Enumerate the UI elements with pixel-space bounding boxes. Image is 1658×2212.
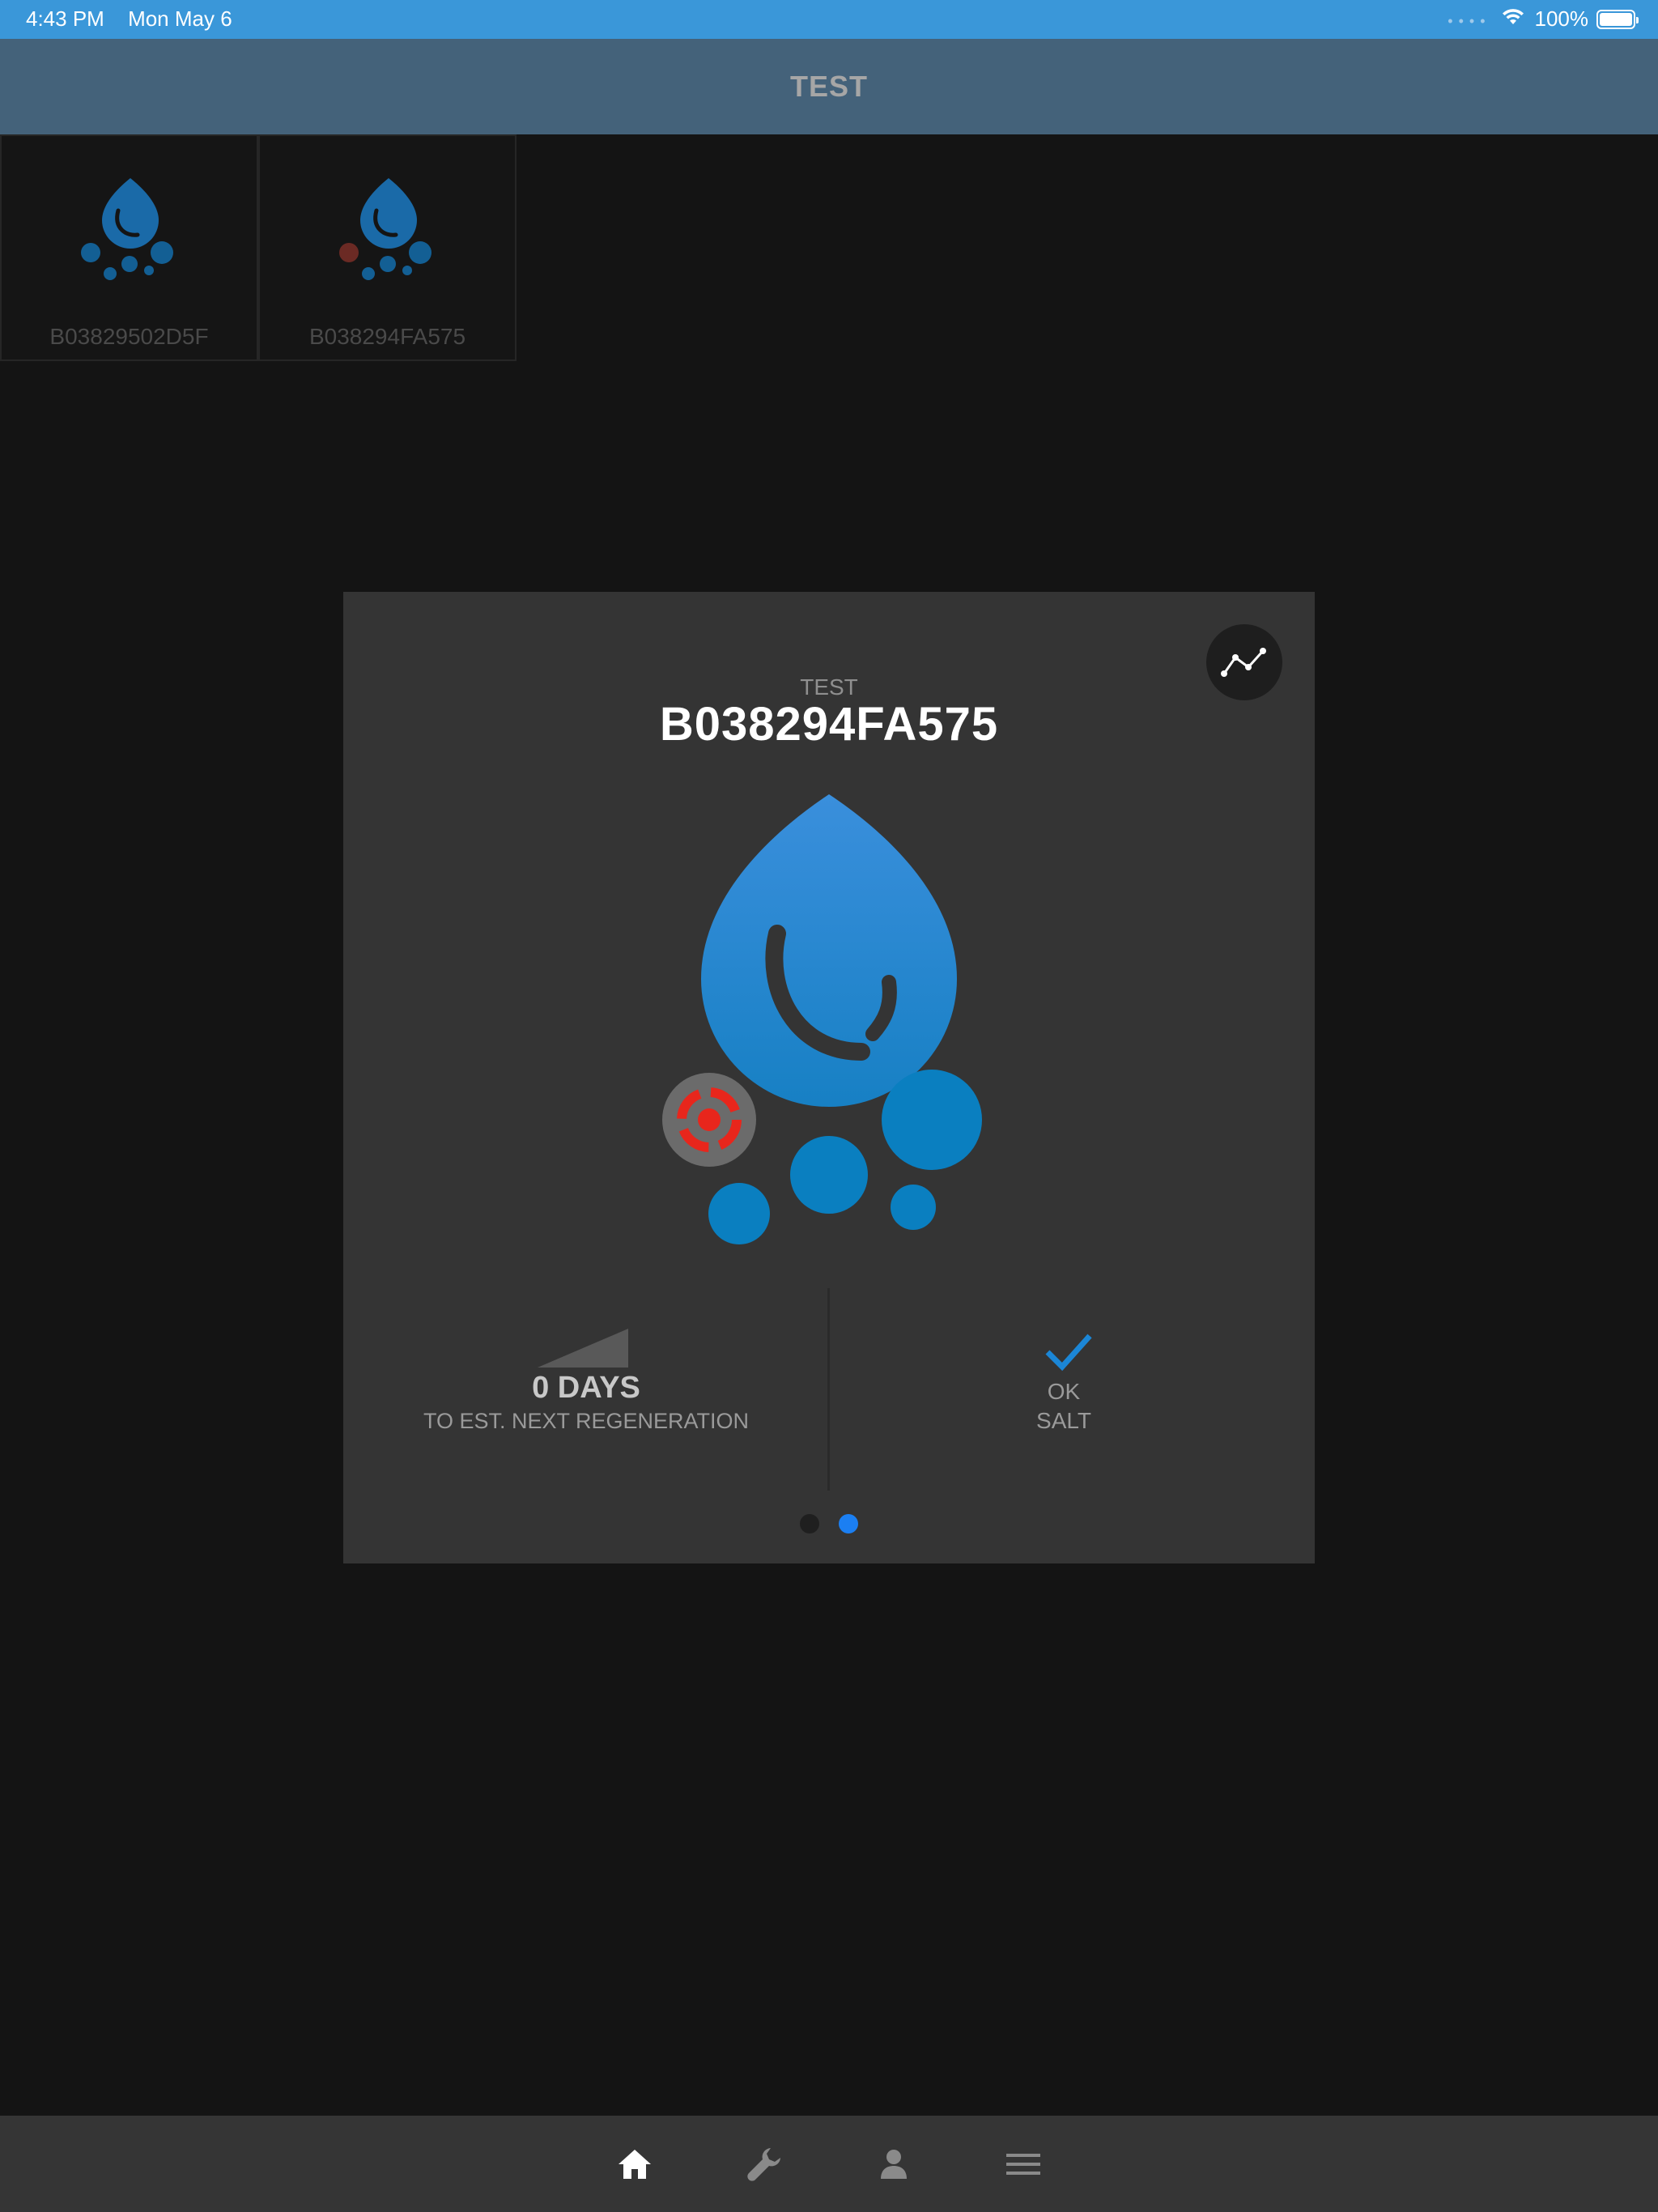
regeneration-days: 0 DAYS <box>532 1371 640 1405</box>
status-time: 4:43 PM <box>26 6 104 31</box>
device-tile[interactable]: B038294FA575 <box>258 134 517 361</box>
tab-bar <box>0 2116 1658 2212</box>
salt-status: OK <box>1047 1379 1081 1404</box>
home-icon <box>619 2150 651 2179</box>
battery-percent: 100% <box>1534 6 1589 31</box>
battery-icon <box>1596 9 1639 29</box>
person-icon <box>881 2150 907 2179</box>
tab-home[interactable] <box>610 2140 659 2189</box>
salt-label: SALT <box>1036 1408 1091 1433</box>
device-label: B038294FA575 <box>308 324 466 349</box>
device-tile[interactable]: B03829502D5F <box>0 134 258 361</box>
tab-account[interactable] <box>869 2140 918 2189</box>
page-dot-active[interactable] <box>839 1514 858 1534</box>
page-title: TEST <box>789 70 868 103</box>
regeneration-caption: TO EST. NEXT REGENERATION <box>423 1409 750 1433</box>
divider <box>827 1288 830 1491</box>
cellular-signal-icon: • • • • <box>1448 13 1486 29</box>
page-dot[interactable] <box>800 1514 819 1534</box>
device-detail-card: TEST B038294FA575 0 DAYS TO EST. NEXT RE… <box>343 592 1315 1563</box>
page-indicator[interactable] <box>343 1514 1315 1534</box>
salt-info: OK SALT <box>959 1329 1169 1434</box>
tab-menu[interactable] <box>999 2140 1048 2189</box>
water-softener-icon <box>81 178 173 280</box>
line-chart-icon <box>1221 648 1266 677</box>
tab-service[interactable] <box>740 2140 789 2189</box>
water-softener-icon <box>662 794 982 1244</box>
menu-icon <box>1006 2154 1040 2175</box>
device-id-title: B038294FA575 <box>659 698 999 751</box>
wifi-icon <box>1501 6 1525 32</box>
wrench-icon <box>747 2148 780 2181</box>
device-label: B03829502D5F <box>49 324 209 349</box>
status-bar: 4:43 PM Mon May 6 • • • • 100% <box>0 0 1658 39</box>
status-date: Mon May 6 <box>128 6 232 31</box>
navigation-bar: TEST <box>0 39 1658 134</box>
regeneration-info: 0 DAYS TO EST. NEXT REGENERATION <box>392 1329 780 1434</box>
water-softener-icon <box>339 178 432 280</box>
